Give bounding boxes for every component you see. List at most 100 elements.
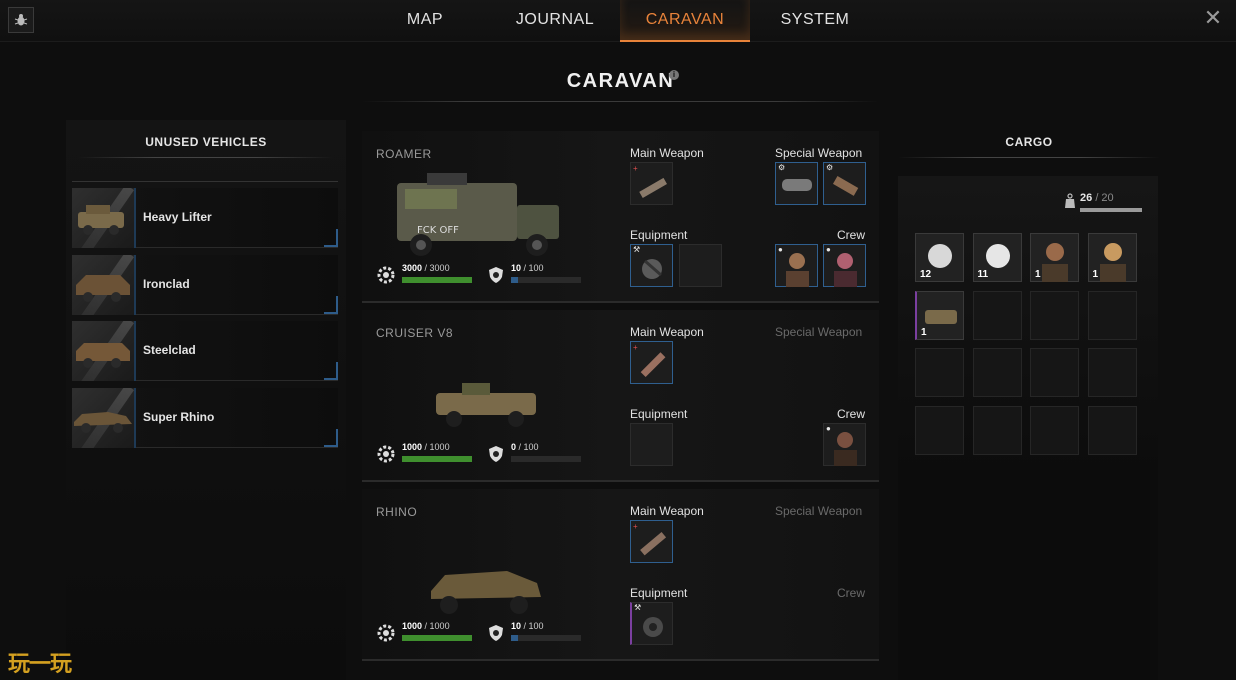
cargo-item-count: 1 (921, 326, 927, 338)
cargo-slot[interactable]: 11 (972, 233, 1022, 282)
cargo-slot[interactable] (972, 405, 1022, 455)
wrench-tag-icon: ⚒ (633, 245, 641, 254)
equipment-slot-1[interactable]: ⚒ (630, 602, 673, 645)
vehicle-name: RHINO (376, 505, 418, 519)
armor-bar (511, 277, 581, 283)
cargo-slot[interactable] (1030, 290, 1079, 340)
cargo-slot[interactable] (1030, 348, 1079, 397)
vehicle-stats: 3000 / 3000 10 / 100 (376, 263, 586, 287)
special-weapon-label: Special Weapon (775, 504, 863, 518)
cargo-slot[interactable]: 1 (915, 290, 964, 340)
equipment-slot-1[interactable] (630, 423, 673, 466)
gear-tag-icon: ⚙ (826, 163, 834, 172)
cargo-slot[interactable] (1087, 290, 1137, 340)
cruiser-v8-vehicle-image (436, 383, 536, 427)
vehicle-card-rhino[interactable]: RHINO 1000 / 1000 10 / 100 Main Weapon +… (362, 489, 879, 661)
cargo-slot[interactable] (1087, 405, 1137, 455)
special-weapon-label: Special Weapon (775, 146, 863, 160)
vehicle-card-cruiser-v8[interactable]: CRUISER V8 1000 / 1000 0 / 100 Main Weap… (362, 310, 879, 482)
durability-bar (402, 277, 472, 283)
roamer-vehicle-image: FCK OFF (397, 173, 559, 256)
armor-bar (511, 456, 581, 462)
weapon-tag-icon: + (633, 164, 638, 173)
cargo-weight-value: 26 (1080, 192, 1093, 204)
wrench-tag-icon: ⚒ (634, 603, 642, 612)
vehicle-label: Heavy Lifter (143, 210, 212, 224)
close-icon[interactable]: ✕ (1202, 6, 1224, 30)
ironclad-thumbnail (72, 255, 134, 315)
durability-value: 1000 (402, 621, 423, 631)
title-divider (362, 101, 879, 102)
cargo-item-count: 12 (920, 269, 932, 280)
tab-caravan[interactable]: CARAVAN (620, 0, 750, 42)
armor-shield-icon (489, 267, 503, 283)
gear-tag-icon: ⚙ (778, 163, 786, 172)
cargo-slot[interactable] (915, 348, 964, 397)
crew-label: Crew (837, 407, 866, 421)
top-nav-bar: MAP JOURNAL CARAVAN SYSTEM ✕ (0, 0, 1236, 42)
tab-journal[interactable]: JOURNAL (490, 0, 620, 42)
cargo-slot[interactable] (1030, 405, 1079, 455)
durability-value: 3000 (402, 263, 423, 273)
main-weapon-slot[interactable]: + (630, 162, 673, 205)
cargo-slot[interactable] (972, 348, 1022, 397)
equipment-slot-2[interactable] (679, 244, 722, 287)
watermark: 玩一玩 (8, 651, 72, 676)
unused-vehicle-steelclad[interactable]: Steelclad (72, 321, 338, 381)
heavy-lifter-thumbnail (72, 188, 134, 248)
vehicle-stats: 1000 / 1000 0 / 100 (376, 442, 586, 466)
durability-bar (402, 635, 472, 641)
bug-icon (14, 14, 28, 26)
tab-system[interactable]: SYSTEM (750, 0, 880, 42)
bug-report-button[interactable] (8, 7, 34, 33)
steelclad-thumbnail (72, 321, 134, 381)
cargo-weight-bar (1080, 208, 1142, 212)
crew-label: Crew (837, 586, 866, 600)
cargo-divider (898, 157, 1160, 158)
unused-vehicle-super-rhino[interactable]: Super Rhino (72, 388, 338, 448)
armor-value: 10 (511, 263, 522, 273)
main-weapon-label: Main Weapon (630, 146, 704, 160)
crew-slot-1[interactable]: ● (823, 423, 866, 466)
crew-label: Crew (837, 228, 866, 242)
person-tag-icon: ● (826, 245, 831, 254)
unused-vehicle-heavy-lifter[interactable]: Heavy Lifter (72, 188, 338, 248)
cargo-slot[interactable] (972, 290, 1022, 340)
crew-slot-2[interactable]: ● (823, 244, 866, 287)
unused-vehicle-ironclad[interactable]: Ironclad (72, 255, 338, 315)
cargo-weight: 26 / 20 (1080, 192, 1114, 204)
crew-slot-1[interactable]: ● (775, 244, 818, 287)
vehicle-name: CRUISER V8 (376, 326, 454, 340)
weight-icon (1065, 193, 1075, 208)
durability-gear-icon (377, 445, 395, 463)
rhino-vehicle-image (431, 571, 541, 614)
durability-gear-icon (377, 624, 395, 642)
cargo-item-count: 1 (1092, 269, 1099, 280)
main-weapon-label: Main Weapon (630, 325, 704, 339)
durability-max: / 1000 (424, 442, 450, 452)
armor-bar (511, 635, 581, 641)
cargo-heading: CARGO (1005, 135, 1053, 149)
tab-map[interactable]: MAP (360, 0, 490, 42)
cargo-slot[interactable]: 1 (1087, 233, 1137, 282)
main-weapon-slot[interactable]: + (630, 520, 673, 563)
equipment-label: Equipment (630, 407, 688, 421)
armor-shield-icon (489, 446, 503, 462)
special-weapon-slot-1[interactable]: ⚙ (775, 162, 818, 205)
cargo-slot[interactable]: 12 (915, 233, 964, 282)
cargo-slot[interactable]: 1 (1030, 233, 1079, 282)
cargo-item-count: 1 (1035, 269, 1041, 280)
equipment-slot-1[interactable]: ⚒ (630, 244, 673, 287)
cargo-slot[interactable] (915, 405, 964, 455)
durability-max: / 1000 (424, 621, 450, 631)
main-weapon-label: Main Weapon (630, 504, 704, 518)
info-icon[interactable]: i (669, 70, 679, 80)
vehicle-card-roamer[interactable]: ROAMER FCK OFF 3000 / 3000 10 / 100 Main… (362, 131, 879, 303)
special-weapon-label: Special Weapon (775, 325, 863, 339)
unused-vehicles-heading: UNUSED VEHICLES (145, 135, 267, 149)
special-weapon-slot-2[interactable]: ⚙ (823, 162, 866, 205)
vehicle-label: Steelclad (143, 343, 196, 357)
cargo-slot[interactable] (1087, 348, 1137, 397)
main-weapon-slot[interactable]: + (630, 341, 673, 384)
durability-max: / 3000 (424, 263, 450, 273)
